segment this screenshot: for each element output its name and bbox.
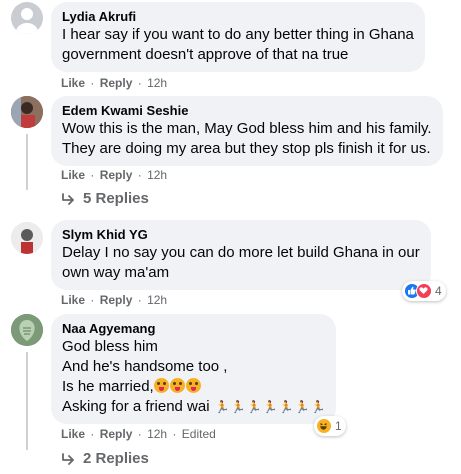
comment-text: government doesn't approve of that na tr… xyxy=(62,46,349,63)
comment-actions: Like · Reply · 12h xyxy=(61,168,167,182)
comment-actions: Like · Reply · 12h · Edited xyxy=(61,427,216,441)
timestamp[interactable]: 12h xyxy=(147,427,167,441)
haha-reaction-icon xyxy=(316,418,332,434)
thread-line xyxy=(26,134,28,190)
tongue-emoji-icon xyxy=(169,378,185,393)
reaction-summary[interactable]: 4 xyxy=(402,281,446,301)
edited-label[interactable]: Edited xyxy=(182,427,216,441)
separator: · xyxy=(137,427,142,441)
reaction-count: 1 xyxy=(335,419,342,433)
comment-text: Wow this is the man, May God bless him a… xyxy=(62,120,432,137)
tongue-emoji-icon xyxy=(153,378,169,393)
runner-emoji-icon: 🏃 xyxy=(294,400,310,414)
separator: · xyxy=(90,76,95,90)
avatar[interactable] xyxy=(11,96,43,128)
comment-text: Is he married, xyxy=(62,378,154,395)
reply-button[interactable]: Reply xyxy=(100,168,133,182)
comment-author[interactable]: Lydia Akrufi xyxy=(62,8,414,25)
view-replies-button[interactable]: 5 Replies xyxy=(61,190,149,208)
comment-text: own way ma'am xyxy=(62,264,170,281)
comment-bubble: Slym Khid YG Delay I no say you can do m… xyxy=(51,220,431,290)
reply-button[interactable]: Reply xyxy=(100,293,133,307)
comment-text: Asking for a friend wai xyxy=(62,398,210,415)
reaction-summary[interactable]: 1 xyxy=(314,416,346,436)
comment-author[interactable]: Edem Kwami Seshie xyxy=(62,102,432,119)
like-button[interactable]: Like xyxy=(61,76,85,90)
runner-emoji-icon: 🏃 xyxy=(262,400,278,414)
timestamp[interactable]: 12h xyxy=(147,76,167,90)
reply-arrow-icon xyxy=(62,453,74,465)
separator: · xyxy=(137,293,142,307)
comment-bubble: Lydia Akrufi I hear say if you want to d… xyxy=(51,2,425,72)
separator: · xyxy=(137,168,142,182)
like-button[interactable]: Like xyxy=(61,168,85,182)
comment-actions: Like · Reply · 12h xyxy=(61,76,167,90)
view-replies-button[interactable]: 2 Replies xyxy=(61,450,149,468)
replies-label: 2 Replies xyxy=(83,450,149,467)
comment-text: Delay I no say you can do more let build… xyxy=(62,244,420,261)
comment-text: God bless him xyxy=(62,338,158,355)
like-button[interactable]: Like xyxy=(61,427,85,441)
runner-emoji-icon: 🏃 xyxy=(310,400,326,414)
runner-emoji-icon: 🏃 xyxy=(214,400,230,414)
runner-emoji-icon: 🏃 xyxy=(278,400,294,414)
separator: · xyxy=(90,427,95,441)
thread-line xyxy=(26,352,28,450)
comment-author[interactable]: Slym Khid YG xyxy=(62,226,420,243)
timestamp[interactable]: 12h xyxy=(147,293,167,307)
reply-button[interactable]: Reply xyxy=(100,427,133,441)
separator: · xyxy=(90,168,95,182)
comment-text: And he's handsome too , xyxy=(62,358,228,375)
comment-text: They are doing my area but they stop pls… xyxy=(62,140,431,157)
timestamp[interactable]: 12h xyxy=(147,168,167,182)
avatar[interactable] xyxy=(11,222,43,254)
separator: · xyxy=(137,76,142,90)
comment-bubble: Edem Kwami Seshie Wow this is the man, M… xyxy=(51,96,443,166)
reaction-count: 4 xyxy=(435,284,442,298)
love-reaction-icon xyxy=(416,283,432,299)
tongue-emoji-icon xyxy=(185,378,201,393)
runner-emoji-icon: 🏃 xyxy=(246,400,262,414)
reply-button[interactable]: Reply xyxy=(100,76,133,90)
comment-text-line: Asking for a friend wai 🏃🏃🏃🏃🏃🏃🏃 xyxy=(62,397,325,417)
separator: · xyxy=(172,427,177,441)
comment-text: I hear say if you want to do any better … xyxy=(62,26,414,43)
comment-author[interactable]: Naa Agyemang xyxy=(62,320,325,337)
avatar[interactable] xyxy=(11,2,43,34)
like-button[interactable]: Like xyxy=(61,293,85,307)
comment-text-line: Is he married, xyxy=(62,377,325,397)
replies-label: 5 Replies xyxy=(83,190,149,207)
runner-emoji-icon: 🏃 xyxy=(230,400,246,414)
reply-arrow-icon xyxy=(62,193,74,205)
avatar[interactable] xyxy=(11,314,43,346)
comment-bubble: Naa Agyemang God bless him And he's hand… xyxy=(51,314,337,424)
comment-actions: Like · Reply · 12h xyxy=(61,293,167,307)
separator: · xyxy=(90,293,95,307)
